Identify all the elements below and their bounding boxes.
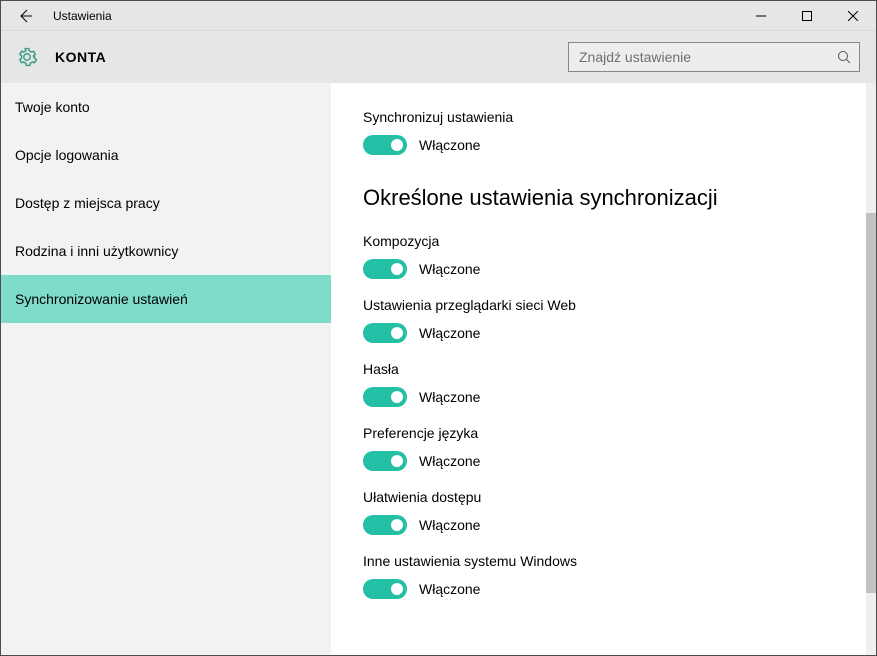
content: Synchronizuj ustawienia Włączone Określo…: [331, 83, 866, 655]
scrollbar-thumb[interactable]: [866, 213, 876, 593]
close-button[interactable]: [830, 1, 876, 31]
toggle-state: Włączone: [419, 517, 480, 533]
toggle-knob: [391, 519, 403, 531]
toggle-passwords[interactable]: [363, 387, 407, 407]
toggle-state: Włączone: [419, 137, 480, 153]
toggle-knob: [391, 327, 403, 339]
toggle-state: Włączone: [419, 325, 480, 341]
search-input[interactable]: [579, 49, 837, 65]
window-title: Ustawienia: [49, 9, 738, 23]
toggle-sync[interactable]: [363, 135, 407, 155]
toggle-row: Włączone: [363, 387, 846, 407]
gear-icon: [15, 45, 39, 69]
setting-accessibility: Ułatwienia dostępu Włączone: [363, 489, 846, 535]
header-section-title: KONTA: [55, 49, 568, 65]
scrollbar-track[interactable]: [866, 83, 876, 655]
toggle-row: Włączone: [363, 451, 846, 471]
setting-label: Hasła: [363, 361, 846, 377]
toggle-row: Włączone: [363, 515, 846, 535]
content-wrap: Synchronizuj ustawienia Włączone Określo…: [331, 83, 876, 655]
setting-browser: Ustawienia przeglądarki sieci Web Włączo…: [363, 297, 846, 343]
toggle-knob: [391, 455, 403, 467]
sidebar-item-label: Synchronizowanie ustawień: [15, 291, 188, 307]
toggle-accessibility[interactable]: [363, 515, 407, 535]
setting-label: Kompozycja: [363, 233, 846, 249]
toggle-language[interactable]: [363, 451, 407, 471]
setting-passwords: Hasła Włączone: [363, 361, 846, 407]
back-button[interactable]: [1, 1, 49, 31]
search-icon: [837, 50, 851, 64]
sidebar-item-signin-options[interactable]: Opcje logowania: [1, 131, 331, 179]
window-controls: [738, 1, 876, 31]
search-box[interactable]: [568, 42, 860, 72]
sidebar-item-label: Twoje konto: [15, 99, 90, 115]
minimize-button[interactable]: [738, 1, 784, 31]
sidebar-item-family[interactable]: Rodzina i inni użytkownicy: [1, 227, 331, 275]
setting-sync: Synchronizuj ustawienia Włączone: [363, 109, 846, 155]
toggle-knob: [391, 139, 403, 151]
setting-other-windows: Inne ustawienia systemu Windows Włączone: [363, 553, 846, 599]
section-heading: Określone ustawienia synchronizacji: [363, 185, 846, 211]
maximize-button[interactable]: [784, 1, 830, 31]
toggle-row: Włączone: [363, 323, 846, 343]
sidebar-item-account[interactable]: Twoje konto: [1, 83, 331, 131]
titlebar: Ustawienia: [1, 1, 876, 31]
toggle-state: Włączone: [419, 453, 480, 469]
toggle-row: Włączone: [363, 259, 846, 279]
sidebar-item-sync-settings[interactable]: Synchronizowanie ustawień: [1, 275, 331, 323]
toggle-browser[interactable]: [363, 323, 407, 343]
setting-theme: Kompozycja Włączone: [363, 233, 846, 279]
setting-label: Ustawienia przeglądarki sieci Web: [363, 297, 846, 313]
sidebar-item-label: Opcje logowania: [15, 147, 119, 163]
setting-label: Synchronizuj ustawienia: [363, 109, 846, 125]
header: KONTA: [1, 31, 876, 83]
sidebar-item-label: Dostęp z miejsca pracy: [15, 195, 160, 211]
setting-language: Preferencje języka Włączone: [363, 425, 846, 471]
toggle-knob: [391, 263, 403, 275]
toggle-other-windows[interactable]: [363, 579, 407, 599]
toggle-state: Włączone: [419, 581, 480, 597]
sidebar-item-label: Rodzina i inni użytkownicy: [15, 243, 178, 259]
toggle-knob: [391, 391, 403, 403]
sidebar-item-work-access[interactable]: Dostęp z miejsca pracy: [1, 179, 331, 227]
setting-label: Preferencje języka: [363, 425, 846, 441]
body: Twoje konto Opcje logowania Dostęp z mie…: [1, 83, 876, 655]
setting-label: Ułatwienia dostępu: [363, 489, 846, 505]
settings-window: Ustawienia KONTA Twoje konto: [0, 0, 877, 656]
toggle-row: Włączone: [363, 135, 846, 155]
toggle-state: Włączone: [419, 389, 480, 405]
sidebar: Twoje konto Opcje logowania Dostęp z mie…: [1, 83, 331, 655]
setting-label: Inne ustawienia systemu Windows: [363, 553, 846, 569]
toggle-theme[interactable]: [363, 259, 407, 279]
toggle-knob: [391, 583, 403, 595]
toggle-row: Włączone: [363, 579, 846, 599]
toggle-state: Włączone: [419, 261, 480, 277]
